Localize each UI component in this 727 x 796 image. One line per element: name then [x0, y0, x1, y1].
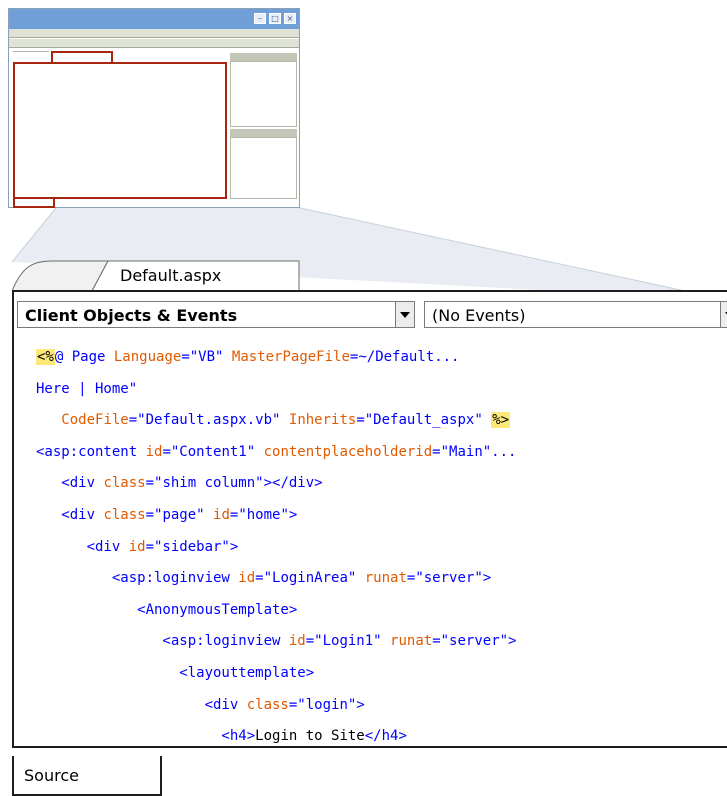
code-token: class: [103, 506, 146, 523]
code-area[interactable]: <%@ Page Language="VB" MasterPageFile=~/…: [36, 342, 516, 753]
code-token: ="server">: [432, 633, 517, 650]
code-token: <layouttemplate>: [36, 664, 315, 681]
thumbnail-window: – □ ×: [8, 8, 300, 208]
code-line[interactable]: <AnonymousTemplate>: [36, 595, 516, 627]
code-line[interactable]: <h4>Login to Site</h4>: [36, 721, 516, 753]
code-token: ="LoginArea": [255, 570, 365, 587]
code-token: id: [288, 633, 306, 650]
code-token: <asp:loginview: [36, 570, 239, 587]
close-icon: ×: [284, 13, 296, 24]
code-line[interactable]: <div class="login">: [36, 690, 516, 722]
minimize-icon: –: [254, 13, 266, 24]
code-token: @ Page: [54, 349, 114, 365]
thumbnail-menubar: [9, 29, 299, 38]
code-delimiter-highlight: <%: [36, 349, 55, 365]
code-token: <asp:loginview: [36, 633, 289, 650]
code-token: ="server">: [406, 570, 492, 587]
events-dropdown-value: (No Events): [432, 306, 526, 325]
code-token: ="sidebar">: [145, 538, 239, 555]
code-token: Login to Site: [255, 728, 365, 745]
code-token: </h4>: [364, 728, 407, 745]
thumbnail-editor-region: [13, 62, 227, 199]
thumbnail-properties-panel: [230, 137, 297, 199]
code-token: ="page": [145, 506, 214, 523]
code-token: =~/Default...: [349, 349, 460, 365]
code-token: <div: [36, 475, 104, 492]
code-token: Here | Home": [36, 380, 138, 397]
code-line[interactable]: CodeFile="Default.aspx.vb" Inherits="Def…: [36, 405, 516, 437]
code-token: ="Default_aspx": [356, 412, 492, 429]
thumbnail-titlebar: – □ ×: [9, 9, 299, 29]
code-token: <div: [36, 506, 104, 523]
code-token: ="login">: [288, 696, 365, 713]
code-token: CodeFile: [61, 412, 129, 429]
code-token: contentplaceholderid: [263, 443, 433, 460]
thumbnail-source-tab: [13, 199, 55, 208]
code-line[interactable]: <div id="sidebar">: [36, 532, 516, 564]
code-token: <AnonymousTemplate>: [36, 601, 298, 618]
code-token: Inherits: [288, 412, 357, 429]
client-objects-dropdown-value: Client Objects & Events: [25, 306, 238, 325]
code-token: <h4>: [36, 728, 256, 745]
code-token: ="shim column"></div>: [145, 475, 323, 492]
code-token: ="Main"...: [432, 443, 517, 460]
thumbnail-panel-header: [230, 53, 297, 61]
code-token: id: [238, 570, 256, 587]
code-token: id: [145, 443, 163, 460]
code-token: class: [103, 475, 146, 492]
code-token: ="home">: [229, 506, 298, 523]
code-line[interactable]: <%@ Page Language="VB" MasterPageFile=~/…: [36, 342, 516, 374]
client-objects-dropdown-button[interactable]: [395, 302, 414, 327]
code-delimiter-highlight: %>: [491, 412, 511, 429]
code-token: runat: [390, 633, 433, 650]
thumbnail-panel-header-2: [230, 129, 297, 137]
code-line[interactable]: Here | Home": [36, 374, 516, 406]
code-token: class: [246, 696, 289, 713]
document-tab[interactable]: Default.aspx: [12, 259, 300, 291]
thumbnail-toolbar: [9, 39, 299, 48]
thumbnail-solution-panel: [230, 61, 297, 127]
chevron-down-icon: [400, 312, 410, 318]
code-line[interactable]: <div class="shim column"></div>: [36, 468, 516, 500]
source-view-tab[interactable]: Source: [12, 756, 162, 796]
code-token: runat: [364, 570, 407, 587]
code-editor[interactable]: Client Objects & Events (No Events) <%@ …: [12, 290, 727, 748]
code-line[interactable]: <asp:content id="Content1" contentplaceh…: [36, 437, 516, 469]
code-token: id: [213, 506, 230, 523]
code-line[interactable]: <asp:loginview id="LoginArea" runat="ser…: [36, 563, 516, 595]
document-tab-label: Default.aspx: [120, 266, 222, 285]
thumbnail-document-tab: [51, 51, 113, 62]
events-dropdown[interactable]: (No Events): [424, 301, 727, 328]
code-line[interactable]: <div class="page" id="home">: [36, 500, 516, 532]
code-token: Language: [113, 349, 182, 365]
client-objects-dropdown[interactable]: Client Objects & Events: [17, 301, 415, 328]
code-token: <asp:content: [36, 443, 146, 460]
code-token: id: [128, 538, 146, 555]
code-token: <div: [36, 696, 247, 713]
source-view-tab-label: Source: [24, 766, 79, 785]
events-dropdown-button[interactable]: [720, 302, 727, 327]
code-token: ="Content1": [162, 443, 264, 460]
code-token: <div: [36, 538, 129, 555]
code-token: ="Login1": [305, 633, 391, 650]
code-token: ="Default.aspx.vb": [128, 412, 289, 429]
code-line[interactable]: <asp:loginview id="Login1" runat="server…: [36, 626, 516, 658]
code-line[interactable]: <layouttemplate>: [36, 658, 516, 690]
code-token: ="VB": [181, 349, 232, 365]
code-token: MasterPageFile: [231, 349, 350, 365]
maximize-icon: □: [269, 13, 281, 24]
